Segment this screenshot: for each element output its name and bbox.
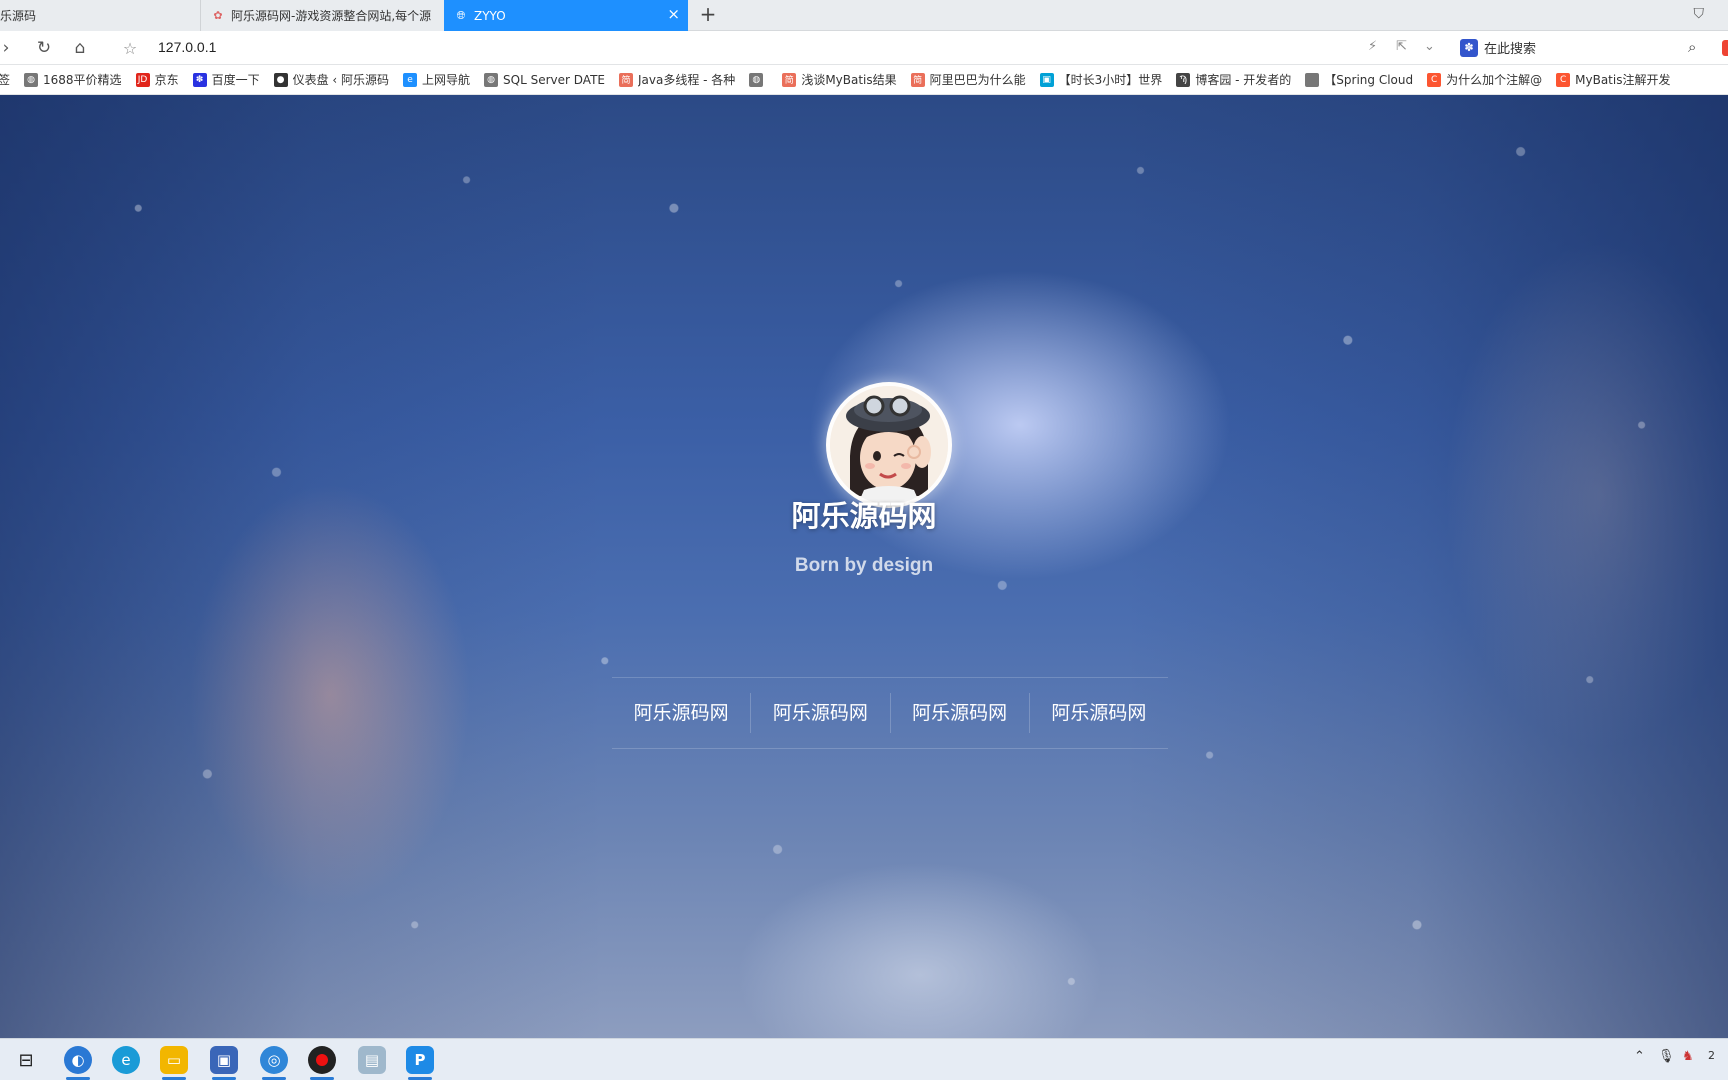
file-explorer-icon[interactable]: ▭ [160, 1046, 188, 1080]
chevron-down-icon[interactable]: ⌄ [1424, 39, 1435, 54]
microphone-icon[interactable]: 🎙︎ [1658, 1049, 1675, 1064]
bookmark-label: 【时长3小时】世界 [1058, 73, 1163, 87]
bookmark-item[interactable]: 简浅谈MyBatis结果 [782, 71, 897, 88]
tab-strip: 乐源码 ✿ 阿乐源码网-游戏资源整合网站,每个源 🌐︎ ZYYO × + ⛉ [0, 0, 1728, 31]
bookmark-item[interactable]: JD 京东 [135, 71, 179, 88]
close-tab-icon[interactable]: × [667, 7, 680, 22]
bookmark-item[interactable]: ▣ 【时长3小时】世界 [1039, 71, 1163, 88]
site-title: 阿乐源码网 [791, 499, 937, 533]
url-field[interactable]: 127.0.0.1 [158, 39, 216, 55]
bookmark-favicon-icon: C [1427, 72, 1442, 87]
site-tagline: Born by design [794, 555, 934, 576]
tab-active[interactable]: 🌐︎ ZYYO × [444, 0, 688, 31]
bookmark-label: 博客园 - 开发者的 [1195, 73, 1292, 87]
web-page: 阿乐源码网 Born by design 阿乐源码网 阿乐源码网 阿乐源码网 阿… [0, 95, 1728, 1038]
bookmark-item[interactable]: 【Spring Cloud [1305, 71, 1413, 88]
tab-title: 乐源码 [0, 9, 37, 23]
search-box[interactable]: ✽ 在此搜索 [1460, 38, 1536, 57]
bookmark-label: 京东 [154, 73, 179, 87]
bookmark-item[interactable]: Ϡ 博客园 - 开发者的 [1176, 71, 1291, 88]
bookmark-label: 浅谈MyBatis结果 [801, 73, 897, 87]
bookmark-item[interactable]: ◍ [749, 72, 768, 87]
globe-icon: 🌐︎ [456, 8, 466, 22]
bookmark-item[interactable]: 简阿里巴巴为什么能 [910, 71, 1026, 88]
bookmark-label: 上网导航 [422, 73, 471, 87]
bookmark-label: 【Spring Cloud [1324, 73, 1414, 87]
bookmark-favicon-icon: C [1556, 72, 1571, 87]
address-toolbar: › ↻ ⌂ ☆ 127.0.0.1 ⚡︎ ⇱ ⌄ ✽ 在此搜索 ⌕ [0, 31, 1728, 65]
tab-1[interactable]: 乐源码 [0, 0, 200, 31]
qq-icon[interactable]: ♞ [1682, 1049, 1694, 1064]
home-icon[interactable]: ⌂ [68, 36, 92, 60]
tray-expand-icon[interactable]: ⌃ [1634, 1049, 1645, 1064]
bookmark-favicon-icon: 简 [619, 72, 633, 87]
search-placeholder: 在此搜索 [1484, 42, 1537, 57]
nav-link-4[interactable]: 阿乐源码网 [1030, 693, 1168, 733]
bookmark-favicon-icon: JD [135, 72, 150, 87]
bookmark-star-icon[interactable]: ☆ [118, 36, 142, 60]
browser-icon[interactable]: ◐ [64, 1046, 92, 1080]
bookmarks-bar: 签 ◍ 1688平价精选 JD 京东 ✽ 百度一下 ● 仪表盘 ‹ 阿乐源码 e 上网导航 ◍ SQL … [0, 65, 1728, 95]
bookmark-favicon-icon: ● [273, 72, 288, 87]
bookmark-label: 阿里巴巴为什么能 [929, 73, 1026, 87]
bookmark-favicon-icon: Ϡ [1176, 72, 1191, 87]
task-view-icon[interactable]: ⊟ [12, 1046, 40, 1074]
bookmark-favicon-icon: ◍ [484, 72, 499, 87]
bookmark-label: 仪表盘 ‹ 阿乐源码 [292, 73, 390, 87]
search-icon[interactable]: ⌕ [1688, 38, 1696, 56]
bookmark-item[interactable]: ◍ 1688平价精选 [24, 71, 122, 88]
bookmark-favicon-icon: ◍ [24, 72, 39, 87]
clock[interactable]: 2 [1708, 1049, 1715, 1062]
tab-title: 阿乐源码网-游戏资源整合网站,每个源 [231, 9, 432, 23]
new-tab-button[interactable]: + [696, 3, 720, 27]
p-app-icon[interactable]: P [406, 1046, 434, 1080]
shirt-icon[interactable]: ⛉ [1694, 6, 1705, 22]
bookmark-item[interactable]: 简 Java多线程 - 各种 [619, 71, 735, 88]
bookmark-item[interactable]: ● 仪表盘 ‹ 阿乐源码 [273, 71, 390, 88]
avatar-illustration [830, 386, 948, 504]
bookmark-label: Java多线程 - 各种 [638, 73, 736, 87]
bookmark-favicon-icon [1305, 72, 1320, 87]
tab-2[interactable]: ✿ 阿乐源码网-游戏资源整合网站,每个源 [200, 0, 444, 31]
bookmark-item[interactable]: 签 [0, 71, 10, 88]
bookmark-label: SQL Server DATE [503, 72, 605, 87]
bookmark-favicon-icon: e [403, 72, 418, 87]
nav-link-2[interactable]: 阿乐源码网 [751, 693, 891, 733]
network-app-icon[interactable]: ▣ [210, 1046, 238, 1080]
nav-link-3[interactable]: 阿乐源码网 [891, 693, 1030, 733]
avatar [826, 382, 952, 508]
bookmark-favicon-icon: 简 [910, 72, 925, 87]
site-favicon-icon: ✿ [213, 9, 223, 22]
refresh-icon[interactable]: ↻ [32, 36, 56, 60]
browser-app-icon[interactable]: ◎ [260, 1046, 288, 1080]
bookmark-favicon-icon: ▣ [1039, 72, 1054, 87]
bookmark-item[interactable]: e 上网导航 [403, 71, 470, 88]
taskbar: ⊟ ◐ e ▭ ▣ ◎ ▤ P ⌃ 🎙︎ ♞ 2 [0, 1038, 1728, 1080]
edge-icon[interactable]: e [112, 1046, 140, 1074]
hero-section: 阿乐源码网 Born by design 阿乐源码网 阿乐源码网 阿乐源码网 阿… [0, 95, 1728, 1038]
bookmark-label: 签 [0, 71, 10, 88]
bookmark-item[interactable]: ◍ SQL Server DATE [484, 72, 605, 87]
bookmark-label: 为什么加个注解@ [1446, 73, 1543, 87]
bookmark-label: 1688平价精选 [43, 73, 122, 87]
forward-icon[interactable]: › [0, 36, 18, 60]
bookmark-favicon-icon: 简 [782, 72, 797, 87]
nav-links: 阿乐源码网 阿乐源码网 阿乐源码网 阿乐源码网 [612, 677, 1168, 749]
bookmark-item[interactable]: ✽ 百度一下 [192, 71, 260, 88]
record-icon[interactable] [308, 1046, 336, 1080]
extension-icon[interactable] [1722, 40, 1728, 56]
share-icon[interactable]: ⇱ [1396, 39, 1407, 54]
tab-title: ZYYO [474, 8, 506, 23]
nav-link-1[interactable]: 阿乐源码网 [612, 693, 752, 733]
bookmark-label: 百度一下 [211, 73, 260, 87]
bookmark-favicon-icon: ◍ [749, 72, 764, 87]
lightning-icon[interactable]: ⚡︎ [1368, 39, 1377, 54]
bookmark-label: MyBatis注解开发 [1575, 73, 1671, 87]
baidu-paw-icon: ✽ [1460, 38, 1478, 57]
bookmark-favicon-icon: ✽ [192, 72, 207, 87]
notepad-icon[interactable]: ▤ [358, 1046, 386, 1074]
bookmark-item[interactable]: C 为什么加个注解@ [1427, 71, 1542, 88]
bookmark-item[interactable]: C MyBatis注解开发 [1556, 71, 1670, 88]
